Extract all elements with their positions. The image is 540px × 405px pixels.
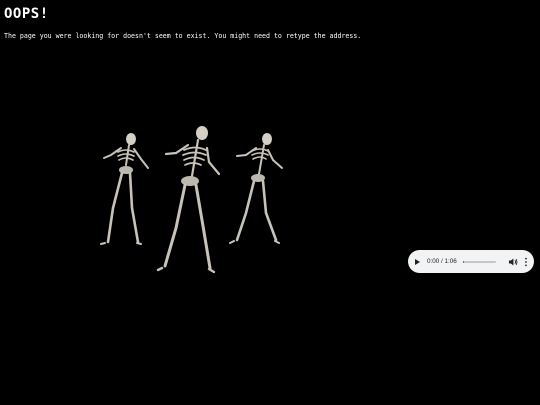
audio-progress-fill: [462, 260, 465, 263]
error-page: OOPS! The page you were looking for does…: [0, 0, 540, 405]
volume-icon[interactable]: [508, 257, 518, 267]
play-icon[interactable]: [415, 258, 420, 265]
skeleton-left: [100, 133, 149, 245]
dancing-skeletons-image: [100, 126, 283, 274]
page-title: OOPS!: [4, 6, 49, 22]
skeleton-right: [229, 133, 283, 244]
audio-progress-bar[interactable]: [462, 260, 497, 263]
audio-time: 0:00 / 1:06: [427, 258, 457, 265]
error-message: The page you were looking for doesn't se…: [4, 32, 362, 40]
more-vertical-icon[interactable]: [524, 257, 528, 267]
skeleton-middle: [156, 126, 221, 274]
audio-player[interactable]: 0:00 / 1:06: [408, 250, 534, 273]
